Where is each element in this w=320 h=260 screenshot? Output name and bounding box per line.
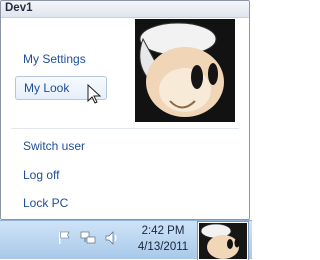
mouse-cursor-icon bbox=[87, 84, 102, 104]
popup-header: Dev1 bbox=[1, 1, 249, 18]
chef-avatar-thumbnail bbox=[199, 223, 247, 259]
popup-title: Dev1 bbox=[5, 2, 33, 14]
chef-avatar-image bbox=[135, 19, 235, 122]
taskbar-avatar[interactable] bbox=[198, 222, 248, 260]
menu-item-my-settings[interactable]: My Settings bbox=[15, 47, 107, 71]
clock-date[interactable]: 4/13/2011 bbox=[130, 241, 196, 253]
speaker-icon[interactable] bbox=[104, 230, 120, 246]
menu-item-switch-user[interactable]: Switch user bbox=[15, 134, 107, 158]
menu-item-log-off[interactable]: Log off bbox=[15, 163, 107, 187]
network-icon[interactable] bbox=[80, 230, 96, 246]
taskbar: 2:42 PM 4/13/2011 bbox=[0, 220, 252, 260]
avatar[interactable] bbox=[135, 19, 235, 122]
flag-icon[interactable] bbox=[57, 230, 73, 246]
user-menu-popup: Dev1 My Settings My Look Switch user Log… bbox=[0, 0, 250, 220]
menu-divider bbox=[11, 128, 239, 129]
menu-item-lock-pc[interactable]: Lock PC bbox=[15, 191, 107, 215]
clock-time[interactable]: 2:42 PM bbox=[130, 225, 196, 237]
